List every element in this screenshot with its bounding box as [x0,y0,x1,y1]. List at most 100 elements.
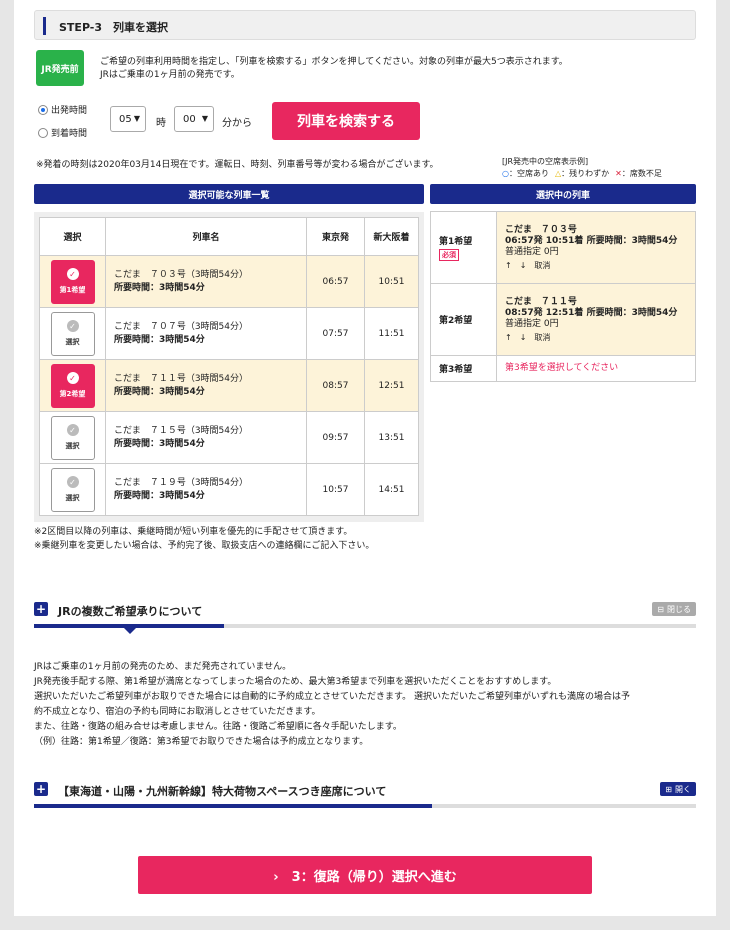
pick-button[interactable]: ✓ 第1希望 [50,259,95,304]
arr-time: 11:51 [364,307,419,360]
dep-time: 08:57 [306,359,365,412]
accordion-luggage-seats[interactable]: + 【東海道・山陽・九州新幹線】特大荷物スペースつき座席について ⊞ 開く [34,782,696,814]
timetable-note: ※発着の時刻は2020年03月14日現在です。運転日、時刻、列車番号等が変わる場… [36,160,439,170]
minus-icon: ⊟ [657,604,664,614]
check-icon: ✓ [66,320,79,332]
selected-trains-table: 第1希望 必須 こだま ７０３号 06:57発 10:51着 所要時間：3時間54… [430,211,696,382]
check-icon: ✓ [66,424,79,436]
choice-label: 第2希望 [439,316,473,326]
minute-unit: 分から [222,118,252,129]
move-up-button[interactable]: ↑ [505,260,512,271]
legend-symbol-icon: ○ [502,169,509,178]
pick-label: 選択 [65,338,80,346]
explanation-line: 約不成立となり、宿泊の予約も同時にお取消しとさせていただきます。 [34,707,321,717]
train-duration: 所要時間：3時間54分 [114,334,205,345]
col-select: 選択 [39,217,106,256]
jr-status-badge: JR発売前 [36,50,84,86]
sel-train-name: こだま ７０３号 [505,224,577,235]
train-name: こだま ７１１号（3時間54分） [114,373,248,384]
explanation-line: 選択いただいたご希望列車がお取りできた場合には自動的に予約成立とさせていただきま… [34,692,630,702]
move-down-button[interactable]: ↓ [520,260,527,271]
train-name: こだま ７０３号（3時間54分） [114,269,248,280]
hour-select[interactable]: 05 ▼ [110,106,146,132]
check-icon: ✓ [66,476,79,488]
toggle-label: 開く [675,784,691,794]
seat-legend: ○：空席あり △：残りわずか ✕：席数不足 [502,168,662,179]
legend-text: ：席数不足 [621,169,662,178]
page: STEP-3 列車を選択 JR発売前 ご希望の列車利用時間を指定し、「列車を検索… [14,0,716,916]
explanation-line: JRはご乗車の1ヶ月前の発売のため、まだ発売されていません。 [34,662,292,672]
table-row: ✓ 第2希望 こだま ７１１号（3時間54分） 所要時間：3時間54分 08:57 … [39,359,419,412]
train-name: こだま ７１５号（3時間54分） [114,425,248,436]
transfer-note: ※乗継列車を変更したい場合は、予約完了後、取扱支店への連絡欄にご記入下さい。 [34,541,375,551]
selected-trains-header: 選択中の列車 [430,184,696,204]
selected-row: 第1希望 必須 こだま ７０３号 06:57発 10:51着 所要時間：3時間54… [430,211,696,284]
arr-time: 12:51 [364,359,419,412]
dep-time: 07:57 [306,307,365,360]
plus-icon: + [34,782,48,796]
sel-train-name: こだま ７１１号 [505,296,577,307]
move-up-button[interactable]: ↑ [505,332,512,343]
radio-arrival-label: 到着時間 [51,129,88,139]
pick-label: 選択 [65,494,80,502]
legend-symbol-icon: ✕ [615,169,622,178]
dep-time: 10:57 [306,463,365,516]
accordion-underline [34,804,696,808]
arr-time: 14:51 [364,463,419,516]
step-header-bar [43,17,46,35]
pick-button[interactable]: ✓ 選択 [50,415,95,460]
search-trains-button[interactable]: 列車を検索する [272,102,420,140]
train-name: こだま ７０７号（3時間54分） [114,321,248,332]
accordion-title: 【東海道・山陽・九州新幹線】特大荷物スペースつき座席について [58,785,387,798]
table-row: ✓ 選択 こだま ７０７号（3時間54分） 所要時間：3時間54分 07:57 11… [39,307,419,360]
accordion-underline-fill [34,804,432,808]
explanation-line: JR発売後手配する際、第1希望が満席となってしまった場合のため、最大第3希望まで… [34,677,557,687]
accordion-multi-choice[interactable]: + JRの複数ご希望承りについて ⊟ 閉じる [34,602,696,634]
choice-label: 第3希望 [430,355,497,382]
transfer-notes: ※2区間目以降の列車は、乗継時間が短い列車を優先的に手配させて頂きます。 ※乗継… [34,525,374,553]
choice-label: 第1希望 [439,237,473,247]
col-train-name: 列車名 [105,217,307,256]
explanation-line: また、往路・復路の組み合せは考慮しません。往路・復路ご希望順に各々手配いたします… [34,722,402,732]
open-toggle-button[interactable]: ⊞ 開く [660,782,696,796]
chevron-down-icon: ▼ [201,114,208,123]
pick-button[interactable]: ✓ 選択 [50,311,95,356]
table-row: ✓ 第1希望 こだま ７０３号（3時間54分） 所要時間：3時間54分 06:57 … [39,255,419,308]
required-badge: 必須 [439,249,459,261]
radio-dot-icon [38,104,48,115]
cancel-button[interactable]: 取消 [534,260,550,271]
explanation-line: （例）往路：第1希望／復路：第3希望でお取りできた場合は予約成立となります。 [34,737,369,747]
choose-third-message: 第3希望を選択してください [496,355,696,382]
minute-value: 00 [183,113,196,125]
sel-seat: 普通指定 0円 [505,246,559,257]
radio-dot-icon [38,127,48,138]
legend-title: [JR発売中の空席表示例] [502,157,589,166]
legend-few-left: △：残りわずか [555,168,609,179]
minute-select[interactable]: 00 ▼ [174,106,214,132]
intro-line: JRはご乗車の1ヶ月前の発売です。 [100,70,240,80]
close-toggle-button[interactable]: ⊟ 閉じる [652,602,696,616]
pick-label: 第1希望 [59,286,86,294]
arr-time: 10:51 [364,255,419,308]
plus-box-icon: ⊞ [665,784,672,794]
transfer-note: ※2区間目以降の列車は、乗継時間が短い列車を優先的に手配させて頂きます。 [34,527,353,537]
pick-button[interactable]: ✓ 選択 [50,467,95,512]
caret-down-icon [124,628,136,634]
radio-departure[interactable]: 出発時間 [38,103,87,116]
cancel-button[interactable]: 取消 [534,332,550,343]
legend-available: ○：空席あり [502,168,549,179]
selected-row: 第2希望 こだま ７１１号 08:57発 12:51着 所要時間：3時間54分 … [430,283,696,356]
dep-time: 09:57 [306,411,365,464]
radio-arrival[interactable]: 到着時間 [38,126,87,139]
arr-time: 13:51 [364,411,419,464]
train-duration: 所要時間：3時間54分 [114,282,205,293]
pick-label: 選択 [65,442,80,450]
check-icon: ✓ [66,372,79,384]
train-duration: 所要時間：3時間54分 [114,490,205,501]
step-title: STEP-3 列車を選択 [59,21,169,34]
proceed-return-trip-button[interactable]: › 3：復路（帰り）選択へ進む [138,856,592,894]
legend-text: ：残りわずか [561,169,610,178]
move-down-button[interactable]: ↓ [520,332,527,343]
col-shinosaka-arr: 新大阪着 [364,217,419,256]
pick-button[interactable]: ✓ 第2希望 [50,363,95,408]
